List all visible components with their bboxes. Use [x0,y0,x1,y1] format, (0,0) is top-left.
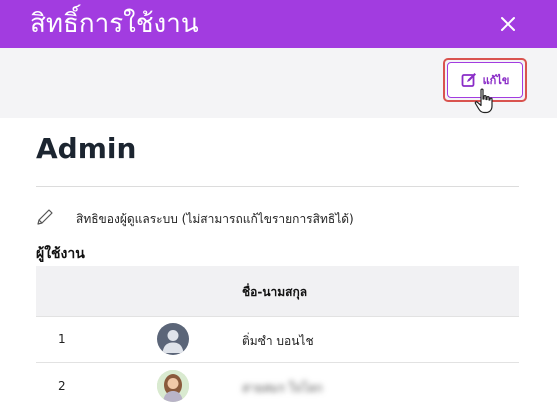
row-index: 1 [58,332,66,346]
row-index: 2 [58,379,66,393]
default-avatar-icon [157,323,189,355]
dialog-title: สิทธิ์การใช้งาน [30,9,199,39]
edit-icon [461,73,476,87]
close-button[interactable] [492,8,524,40]
permission-row [36,208,54,226]
permission-text: สิทธิของผู้ดูแลระบบ (ไม่สามารถแก้ไขรายกา… [76,212,354,226]
close-icon [501,17,515,31]
user-name: สายสมร ใจโลก [242,381,323,395]
hand-cursor-icon [474,88,493,114]
edit-button-label: แก้ไข [482,74,510,87]
dialog-header: สิทธิ์การใช้งาน [0,0,557,48]
row-divider [36,362,519,363]
photo-avatar [157,370,189,402]
divider [36,186,519,187]
pencil-icon [37,209,53,225]
column-header-name: ชื่อ-นามสกุล [242,285,308,299]
role-title: Admin [36,132,137,165]
row-divider [36,316,519,317]
user-name: ติ่มซำ บอนไช [242,334,314,348]
users-heading: ผู้ใช้งาน [36,246,85,262]
